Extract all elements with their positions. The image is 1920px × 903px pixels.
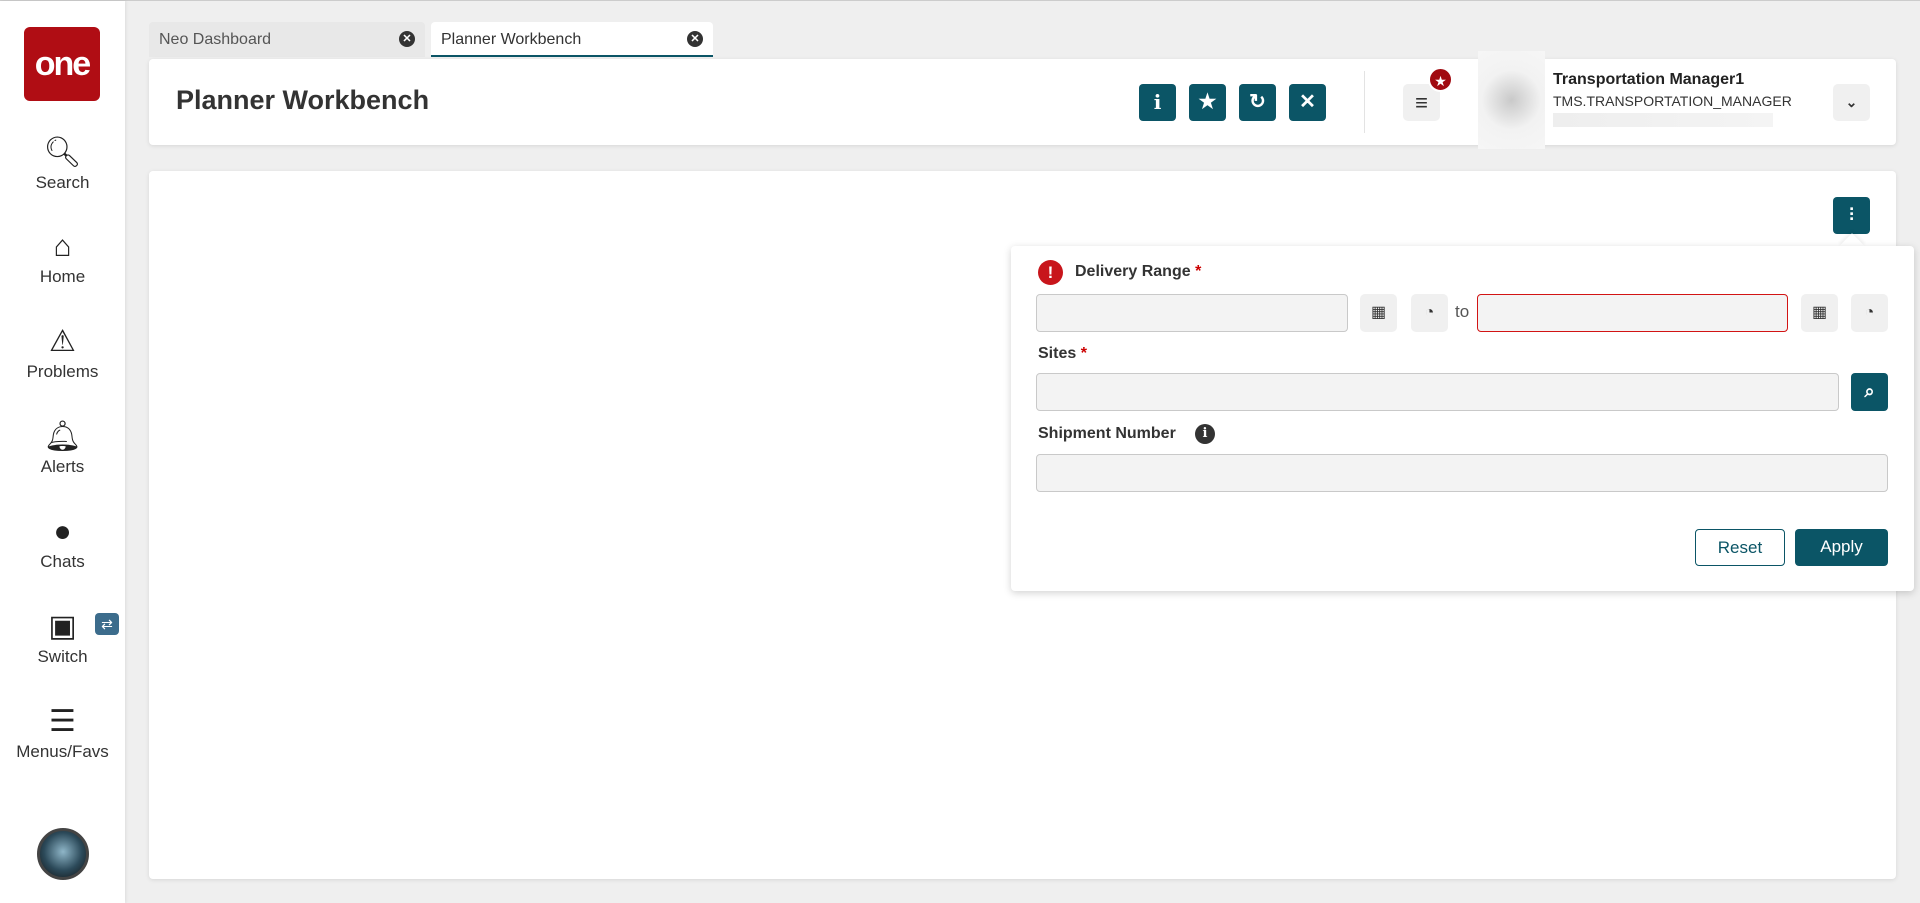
shipment-number-input[interactable]: [1036, 454, 1888, 492]
search-icon: 🔍︎: [43, 136, 82, 169]
required-mark: *: [1195, 263, 1202, 280]
calendar-icon: ▦: [1370, 304, 1387, 321]
user-avatar: [1478, 51, 1545, 149]
reset-button[interactable]: Reset: [1695, 529, 1785, 566]
delivery-to-input[interactable]: [1477, 294, 1788, 332]
refresh-icon: ↻: [1249, 91, 1266, 113]
user-email-redacted: [1553, 113, 1773, 127]
tab-neo-dashboard[interactable]: Neo Dashboard ✕: [149, 22, 425, 57]
bell-icon: 🔔︎: [43, 420, 82, 453]
sidebar-item-label: Menus/Favs: [16, 742, 109, 761]
close-tab-icon[interactable]: ✕: [687, 31, 703, 47]
menu-icon: ☰: [49, 705, 76, 738]
warning-icon: ⚠: [49, 325, 76, 358]
sliders-icon: ⫶: [1849, 205, 1854, 225]
sidebar-item-chats[interactable]: ● Chats: [0, 514, 125, 572]
sites-input[interactable]: [1036, 373, 1839, 411]
sidebar-item-home[interactable]: ⌂ Home: [0, 229, 125, 287]
sidebar-item-search[interactable]: 🔍︎ Search: [0, 135, 125, 193]
error-icon: !: [1038, 260, 1063, 285]
sidebar-item-alerts[interactable]: 🔔︎ Alerts: [0, 419, 125, 477]
sidebar-item-label: Search: [35, 173, 90, 192]
chat-icon: ●: [53, 515, 72, 548]
info-icon: i: [1153, 90, 1162, 114]
close-tab-icon[interactable]: ✕: [399, 31, 415, 47]
divider: [1364, 71, 1365, 133]
from-time-button[interactable]: ◔: [1411, 294, 1448, 332]
delivery-from-input[interactable]: [1036, 294, 1348, 332]
close-button[interactable]: ✕: [1289, 84, 1326, 121]
star-icon: ★: [1198, 91, 1217, 113]
clock-icon: ◔: [1864, 304, 1875, 321]
page-title: Planner Workbench: [176, 85, 430, 115]
delivery-range-label: Delivery Range *: [1075, 263, 1201, 281]
filter-toggle-button[interactable]: ⫶: [1833, 197, 1870, 234]
to-calendar-button[interactable]: ▦: [1801, 294, 1838, 332]
sidebar-item-problems[interactable]: ⚠ Problems: [0, 324, 125, 382]
user-name: Transportation Manager1: [1553, 71, 1745, 88]
favorites-star-badge-icon: ★: [1428, 67, 1453, 92]
search-icon: ⌕: [1864, 381, 1875, 401]
calendar-icon: ▦: [1811, 304, 1828, 321]
label-text: Delivery Range: [1075, 263, 1191, 280]
sidebar-item-label: Problems: [26, 362, 99, 381]
sidebar-item-label: Chats: [40, 552, 85, 571]
sites-search-button[interactable]: ⌕: [1851, 373, 1888, 411]
from-calendar-button[interactable]: ▦: [1360, 294, 1397, 332]
assistant-avatar[interactable]: [37, 828, 89, 880]
info-button[interactable]: i: [1139, 84, 1176, 121]
favorite-button[interactable]: ★: [1189, 84, 1226, 121]
sidebar-item-label: Alerts: [40, 457, 85, 476]
required-mark: *: [1080, 345, 1087, 362]
user-role: TMS.TRANSPORTATION_MANAGER: [1553, 93, 1792, 109]
user-menu-toggle[interactable]: ⌄: [1833, 84, 1870, 121]
to-time-button[interactable]: ◔: [1851, 294, 1888, 332]
sidebar: one 🔍︎ Search ⌂ Home ⚠ Problems 🔔︎ Alerts ● C…: [0, 1, 125, 903]
info-icon[interactable]: i: [1195, 424, 1215, 444]
switch-arrows-icon: ⇄: [95, 613, 119, 635]
clock-icon: ◔: [1424, 304, 1435, 321]
tab-label: Neo Dashboard: [159, 31, 272, 48]
shipment-number-label: Shipment Number: [1038, 425, 1176, 442]
refresh-button[interactable]: ↻: [1239, 84, 1276, 121]
sidebar-item-label: Switch: [37, 647, 88, 666]
sidebar-item-menus-favs[interactable]: ☰ Menus/Favs: [0, 704, 125, 762]
apply-button[interactable]: Apply: [1795, 529, 1888, 566]
sidebar-item-label: Home: [39, 267, 86, 286]
sites-label: Sites *: [1038, 345, 1087, 363]
menu-icon: ≡: [1415, 90, 1428, 115]
home-icon: ⌂: [53, 230, 72, 263]
tab-label: Planner Workbench: [441, 31, 582, 48]
one-logo[interactable]: one: [24, 27, 100, 101]
tab-planner-workbench[interactable]: Planner Workbench ✕: [431, 22, 713, 57]
chevron-down-icon: ⌄: [1845, 94, 1858, 110]
to-label: to: [1455, 302, 1470, 321]
close-icon: ✕: [1299, 91, 1316, 113]
label-text: Sites: [1038, 345, 1077, 362]
